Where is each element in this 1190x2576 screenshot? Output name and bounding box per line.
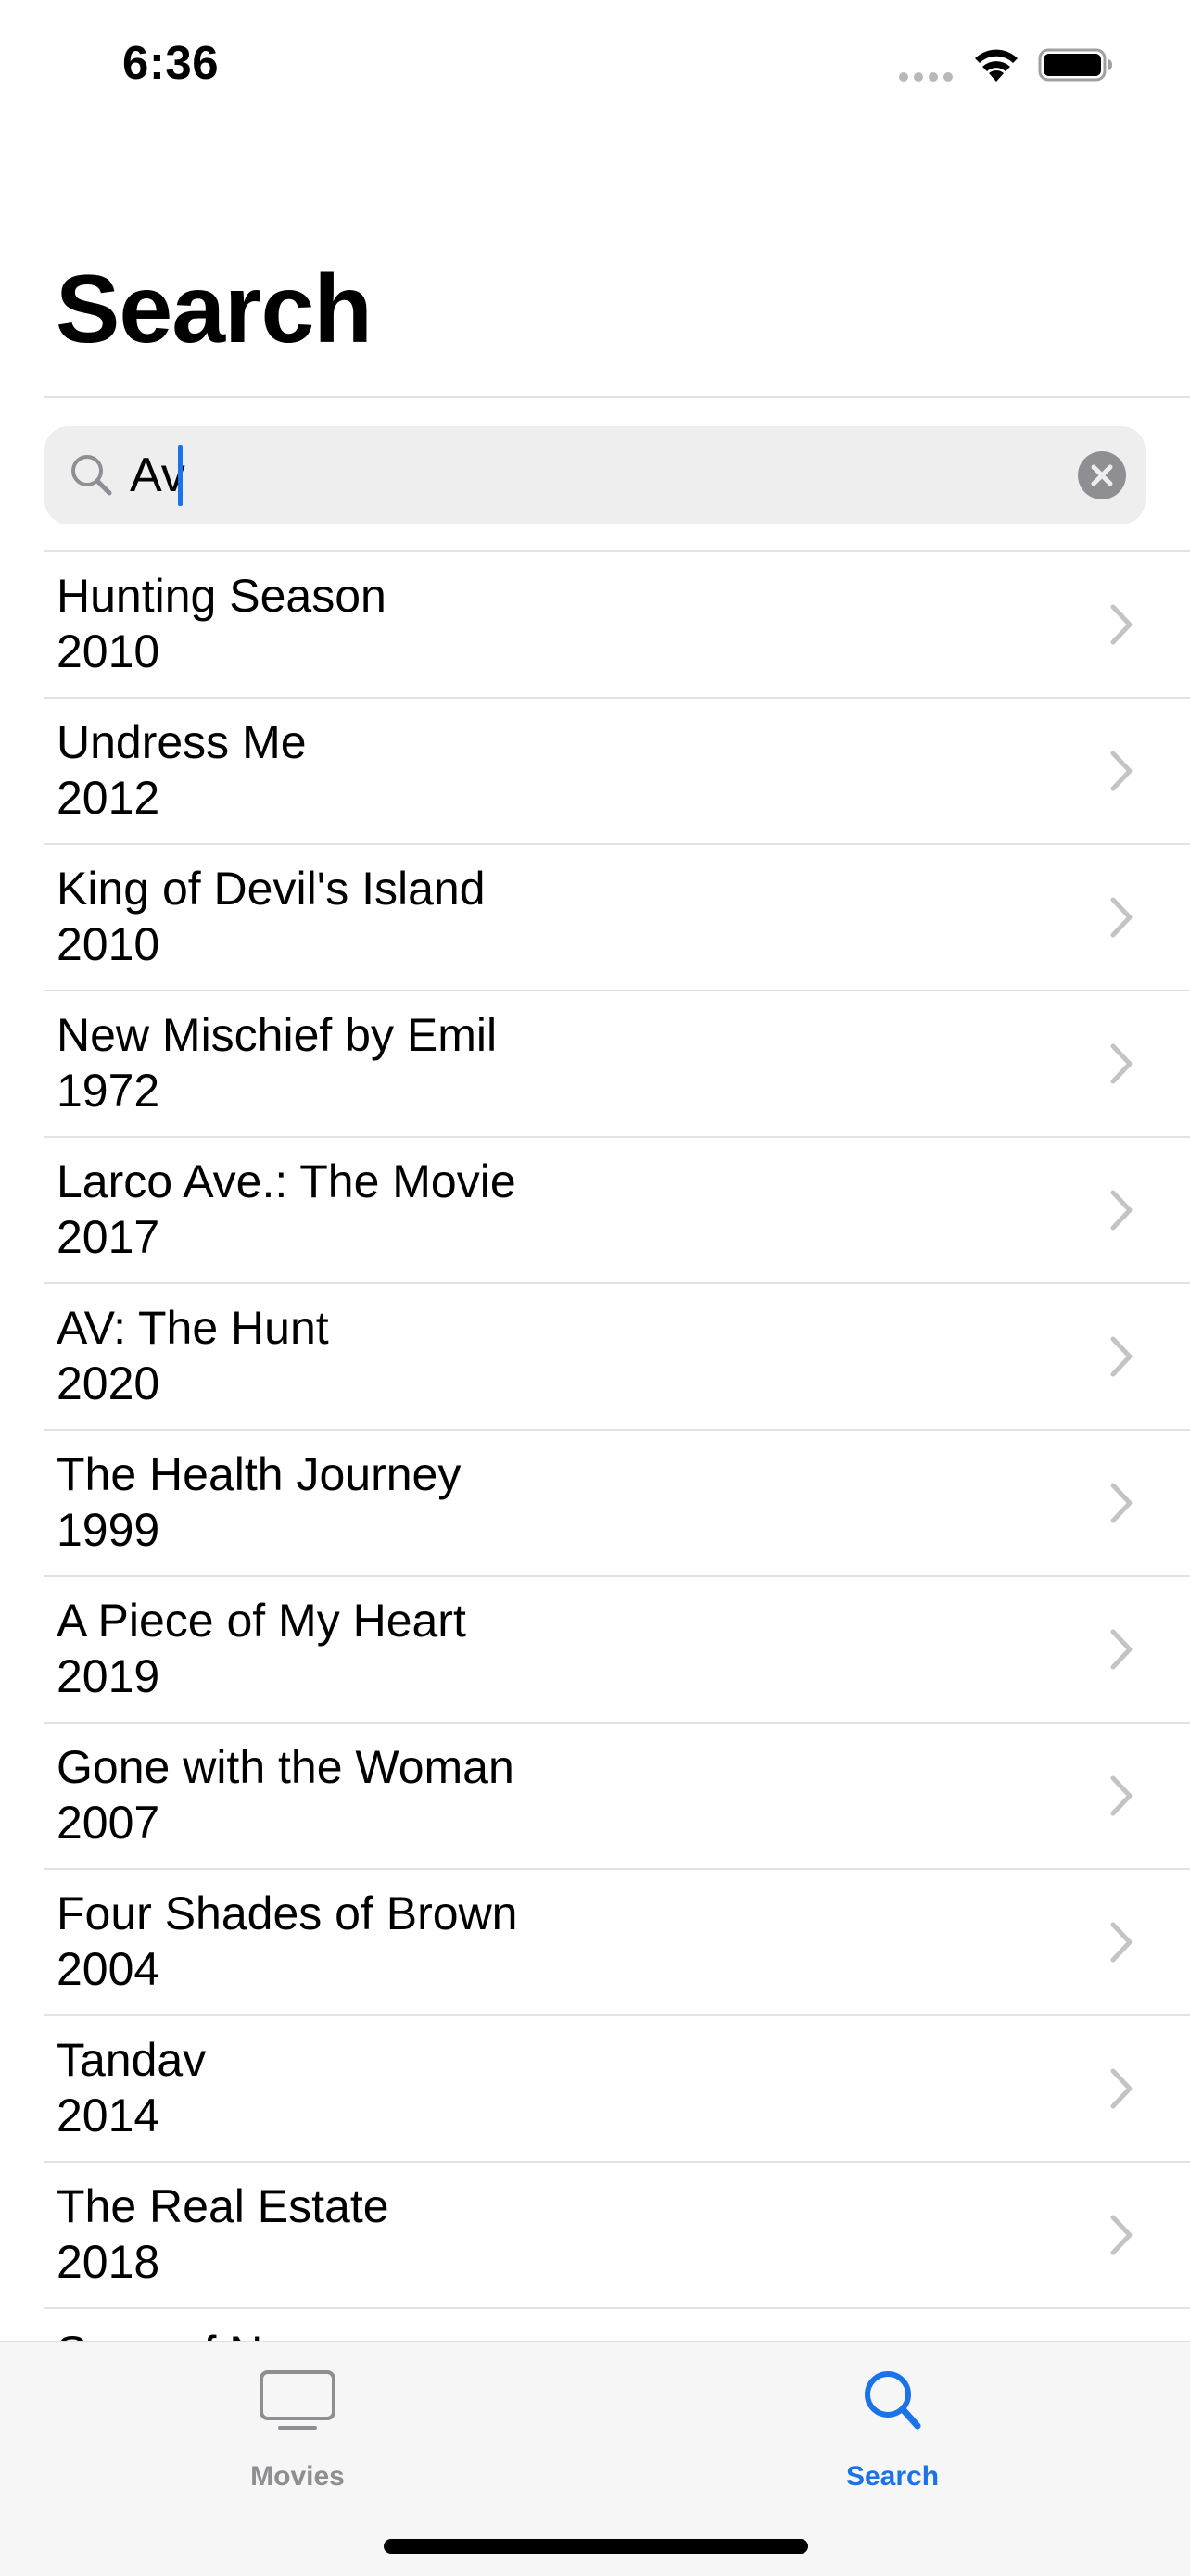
page-title: Search [56,256,373,363]
list-item[interactable]: Undress Me 2012 [44,699,1190,845]
movie-year: 1999 [57,1504,160,1556]
list-item[interactable]: King of Devil's Island 2010 [44,845,1190,991]
movie-title: The Real Estate [57,2180,389,2232]
list-item[interactable]: Song of N [44,2309,1190,2341]
chevron-right-icon [1110,1922,1133,1963]
chevron-right-icon [1110,1190,1133,1231]
status-time: 6:36 [122,36,220,89]
chevron-right-icon [1110,1043,1133,1084]
movie-year: 2010 [57,918,160,970]
list-item[interactable]: Larco Ave.: The Movie 2017 [44,1138,1190,1284]
movie-year: 1972 [57,1065,160,1117]
movie-year: 2010 [57,625,160,677]
list-item[interactable]: Gone with the Woman 2007 [44,1724,1190,1870]
movie-year: 2007 [57,1797,160,1849]
list-item[interactable]: Four Shades of Brown 2004 [44,1870,1190,2016]
battery-icon [1038,48,1112,82]
movie-title: Four Shades of Brown [57,1888,518,1939]
movie-year: 2020 [57,1357,160,1409]
movie-title: Undress Me [57,716,307,768]
chevron-right-icon [1110,751,1133,791]
chevron-right-icon [1110,1629,1133,1670]
title-divider [44,396,1190,398]
list-item[interactable]: AV: The Hunt 2020 [44,1284,1190,1431]
movie-year: 2019 [57,1650,160,1702]
movie-title: Hunting Season [57,570,386,622]
wifi-icon [975,49,1018,82]
list-item[interactable]: The Real Estate 2018 [44,2163,1190,2309]
movie-year: 2014 [57,2090,160,2141]
chevron-right-icon [1110,1336,1133,1377]
movie-title: New Mischief by Emil [57,1009,498,1061]
tab-label: Search [845,2461,940,2492]
movie-title: AV: The Hunt [57,1302,329,1354]
status-bar: 6:36 [0,0,1190,130]
movie-year: 2018 [57,2236,160,2288]
tv-icon [260,2370,335,2430]
home-indicator[interactable] [384,2539,808,2554]
list-item[interactable]: A Piece of My Heart 2019 [44,1577,1190,1724]
tab-label: Movies [250,2461,345,2492]
movie-title: Tandav [57,2034,207,2086]
list-item[interactable]: Hunting Season 2010 [44,552,1190,699]
movie-title: King of Devil's Island [57,863,486,915]
movie-year: 2012 [57,772,160,824]
magnifier-icon [865,2371,921,2430]
list-item[interactable]: The Health Journey 1999 [44,1431,1190,1577]
movie-title: Gone with the Woman [57,1741,514,1793]
chevron-right-icon [1110,2068,1133,2109]
movie-year: 2017 [57,1211,160,1263]
text-cursor [178,445,183,506]
search-icon [71,455,112,496]
chevron-right-icon [1110,604,1133,645]
movie-title: The Health Journey [57,1448,462,1500]
chevron-right-icon [1110,1775,1133,1816]
chevron-right-icon [1110,2215,1133,2255]
search-field[interactable] [44,426,1146,524]
list-item[interactable]: New Mischief by Emil 1972 [44,991,1190,1138]
results-list[interactable]: Hunting Season 2010 Undress Me 2012 King… [44,552,1190,2341]
movie-year: 2004 [57,1943,160,1995]
chevron-right-icon [1110,897,1133,938]
tab-movies[interactable]: Movies [0,2342,595,2509]
movie-title: Larco Ave.: The Movie [57,1155,516,1207]
tab-search[interactable]: Search [595,2342,1190,2509]
cellular-signal-icon [899,72,953,82]
list-item[interactable]: Tandav 2014 [44,2016,1190,2163]
search-input[interactable] [130,426,964,524]
movie-title: A Piece of My Heart [57,1595,466,1647]
movie-title: Song of N [57,2326,262,2341]
clear-search-icon[interactable] [1078,451,1126,499]
chevron-right-icon [1110,1483,1133,1523]
